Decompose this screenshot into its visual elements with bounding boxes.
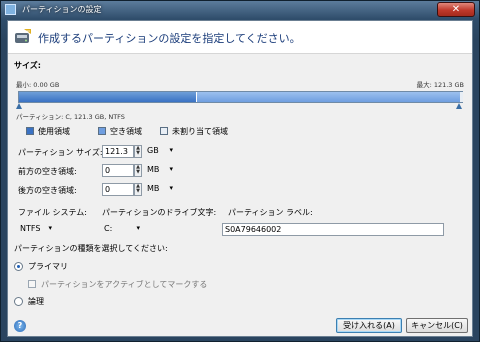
chevron-down-icon: ▾	[48, 224, 52, 232]
mark-active-checkbox[interactable]	[28, 280, 36, 288]
legend-used-swatch	[26, 127, 34, 135]
title-bar[interactable]: パーティションの設定 ✕	[1, 1, 479, 19]
help-icon[interactable]: ?	[14, 320, 26, 332]
free-after-spinner[interactable]: ▲ ▼	[134, 183, 142, 196]
free-before-label: 前方の空き領域:	[18, 167, 77, 176]
free-before-spinner[interactable]: ▲ ▼	[134, 164, 142, 177]
free-before-input[interactable]: 0	[102, 164, 134, 177]
partition-caption: パーティション: C, 121.3 GB, NTFS	[16, 113, 125, 121]
primary-radio[interactable]	[14, 262, 23, 271]
legend-unallocated-label: 未割り当て領域	[172, 127, 228, 136]
size-section-label: サイズ:	[14, 61, 41, 70]
partition-size-unit-select[interactable]: GB ▾	[145, 145, 175, 158]
chevron-down-icon: ▾	[169, 165, 173, 173]
free-after-unit-select[interactable]: MB ▾	[145, 183, 175, 196]
primary-radio-label: プライマリ	[28, 262, 68, 271]
legend-free-swatch	[98, 127, 106, 135]
volume-label-label: パーティション ラベル:	[228, 208, 313, 217]
partition-type-label: パーティションの種類を選択してください:	[14, 244, 168, 253]
free-after-label: 後方の空き領域:	[18, 186, 77, 195]
partition-size-spinner[interactable]: ▲ ▼	[134, 145, 142, 158]
legend-free-label: 空き領域	[110, 127, 142, 136]
logical-radio[interactable]	[14, 297, 23, 306]
legend-used-label: 使用領域	[38, 127, 70, 136]
chevron-down-icon: ▾	[136, 224, 140, 232]
cancel-button[interactable]: キャンセル(C)	[406, 318, 468, 333]
left-slider-handle[interactable]	[16, 103, 22, 109]
dialog-content: 作成するパーティションの設定を指定してください。 サイズ: 最小: 0.00 G…	[7, 20, 473, 337]
free-after-unit-value: MB	[147, 184, 160, 193]
bar-partition-segment	[196, 92, 460, 102]
chevron-down-icon: ▾	[169, 184, 173, 192]
disk-wizard-icon	[15, 29, 31, 43]
filesystem-label: ファイル システム:	[18, 208, 87, 217]
header-banner: 作成するパーティションの設定を指定してください。	[8, 21, 472, 54]
bar-free-segment	[460, 92, 463, 102]
app-icon	[5, 4, 16, 15]
partition-size-label: パーティション サイズ:	[18, 148, 103, 157]
partition-size-bar[interactable]	[18, 91, 463, 103]
partition-size-input[interactable]: 121.3	[102, 145, 134, 158]
max-size-text: 最大: 121.3 GB	[416, 81, 464, 89]
mark-active-label: パーティションをアクティブとしてマークする	[41, 280, 208, 289]
free-after-input[interactable]: 0	[102, 183, 134, 196]
partition-size-unit-value: GB	[147, 146, 159, 155]
filesystem-value: NTFS	[20, 224, 41, 233]
logical-radio-label: 論理	[28, 297, 44, 306]
window-title: パーティションの設定	[22, 5, 102, 14]
accept-button[interactable]: 受け入れる(A)	[336, 318, 402, 333]
legend-unallocated-swatch	[160, 127, 168, 135]
drive-letter-label: パーティションのドライブ文字:	[102, 208, 217, 217]
free-before-unit-select[interactable]: MB ▾	[145, 164, 175, 177]
right-slider-handle[interactable]	[456, 103, 462, 109]
free-before-unit-value: MB	[147, 165, 160, 174]
bar-used-segment	[19, 92, 196, 102]
chevron-down-icon: ▾	[169, 146, 173, 154]
filesystem-select[interactable]: NTFS ▾	[18, 223, 54, 236]
header-instruction: 作成するパーティションの設定を指定してください。	[38, 32, 301, 45]
drive-letter-select[interactable]: C: ▾	[102, 223, 142, 236]
min-size-text: 最小: 0.00 GB	[16, 81, 60, 89]
dialog-window: パーティションの設定 ✕ 作成するパーティションの設定を指定してください。 サイ…	[0, 0, 480, 342]
drive-letter-value: C:	[104, 224, 113, 233]
close-button[interactable]: ✕	[437, 2, 475, 17]
volume-label-input[interactable]: S0A79646002	[222, 223, 444, 236]
